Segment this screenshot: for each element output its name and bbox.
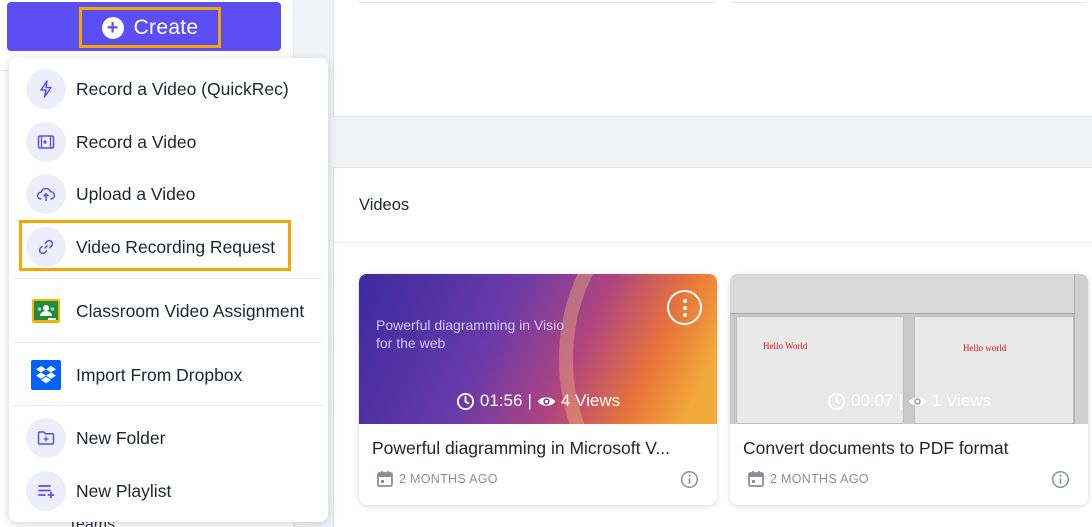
clock-icon [456, 392, 474, 410]
menu-item-label: Video Recording Request [76, 236, 276, 257]
document-text: Hello World [763, 341, 808, 351]
menu-item-classroom-assignment[interactable]: Classroom Video Assignment [9, 288, 328, 334]
menu-item-new-folder[interactable]: New Folder [9, 415, 328, 461]
menu-item-import-dropbox[interactable]: Import From Dropbox [9, 352, 328, 398]
menu-item-label: Classroom Video Assignment [76, 300, 305, 321]
create-dropdown-menu: Record a Video (QuickRec) Record a Video… [9, 58, 328, 522]
video-views: 1 Views [931, 391, 992, 410]
video-title[interactable]: Powerful diagramming in Microsoft V... [372, 438, 702, 459]
menu-item-record-quickrec[interactable]: Record a Video (QuickRec) [9, 66, 328, 112]
document-text: Hello world [963, 343, 1007, 353]
menu-item-label: Upload a Video [76, 183, 196, 204]
info-icon[interactable] [1051, 470, 1070, 489]
stats-separator: | [898, 391, 903, 410]
eye-icon [908, 396, 927, 406]
calendar-icon [748, 471, 764, 487]
menu-separator [13, 342, 324, 343]
menu-item-record-video[interactable]: Record a Video [9, 119, 328, 165]
video-thumbnail[interactable]: Hello World Hello world 00:07 | 1 Views [730, 274, 1088, 424]
video-date: 2 MONTHS AGO [770, 472, 869, 486]
video-title[interactable]: Convert documents to PDF format [743, 438, 1073, 459]
create-button[interactable]: + Create [7, 2, 281, 51]
menu-item-label: New Folder [76, 427, 166, 448]
eye-icon [537, 396, 556, 406]
more-options-icon[interactable] [667, 290, 702, 325]
create-button-label: Create [133, 15, 199, 39]
lightning-icon [26, 69, 66, 109]
video-duration: 00:07 [850, 391, 894, 410]
info-icon[interactable] [680, 470, 699, 489]
videos-divider [334, 242, 1092, 243]
clock-icon [827, 392, 845, 410]
video-views: 4 Views [560, 391, 621, 410]
video-card[interactable]: Powerful diagramming in Visio for the we… [359, 274, 717, 505]
thumbnail-caption: Powerful diagramming in Visio for the we… [376, 317, 565, 351]
cloud-upload-icon [26, 174, 66, 214]
video-stats: 01:56 | 4 Views [359, 391, 717, 411]
video-date: 2 MONTHS AGO [399, 472, 498, 486]
stats-separator: | [527, 391, 532, 410]
link-icon [26, 227, 66, 267]
calendar-icon [377, 471, 393, 487]
plus-circle-icon: + [101, 16, 124, 39]
top-card-fragment-2 [730, 0, 1087, 3]
menu-separator [13, 278, 324, 279]
menu-item-new-playlist[interactable]: New Playlist [9, 468, 328, 514]
playlist-add-icon [26, 471, 66, 511]
menu-item-label: New Playlist [76, 480, 172, 501]
new-folder-icon [26, 418, 66, 458]
video-card[interactable]: Hello World Hello world 00:07 | 1 Views … [730, 274, 1088, 505]
google-classroom-icon [31, 296, 61, 326]
video-stats: 00:07 | 1 Views [730, 391, 1088, 411]
menu-item-upload-video[interactable]: Upload a Video [9, 171, 328, 217]
menu-separator [13, 405, 324, 406]
dropbox-icon [31, 360, 61, 390]
document-toolbar [730, 274, 1088, 314]
top-panel [333, 0, 1092, 117]
videos-section-title: Videos [359, 196, 410, 214]
create-button-highlight: + Create [79, 7, 221, 48]
video-duration: 01:56 [479, 391, 523, 410]
menu-item-label: Record a Video [76, 131, 197, 152]
menu-item-label: Import From Dropbox [76, 364, 243, 385]
video-thumbnail[interactable]: Powerful diagramming in Visio for the we… [359, 274, 717, 424]
top-card-fragment-1 [359, 0, 716, 3]
videos-panel: Videos Powerful diagramming in Visio for… [333, 167, 1092, 527]
menu-item-video-recording-request[interactable]: Video Recording Request [9, 224, 328, 270]
video-record-icon [26, 122, 66, 162]
menu-item-label: Record a Video (QuickRec) [76, 78, 289, 99]
